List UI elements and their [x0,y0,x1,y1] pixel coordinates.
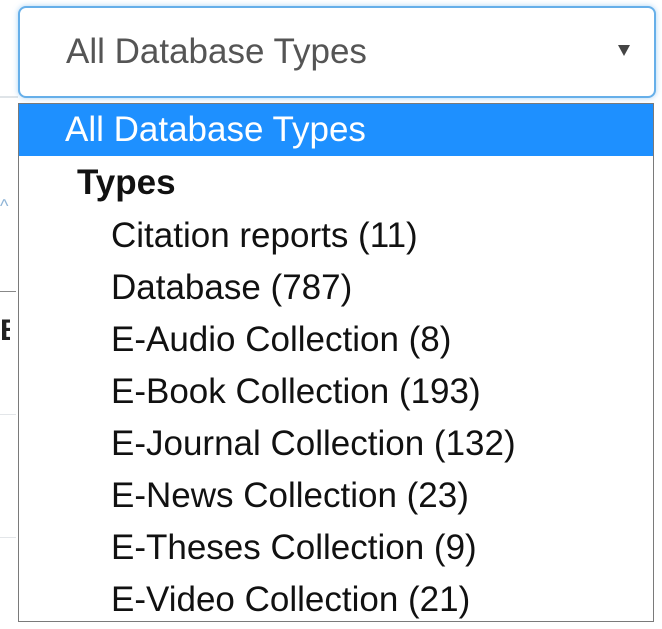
background-divider [0,414,16,415]
background-divider [0,96,18,98]
option-e-book-collection[interactable]: E-Book Collection (193) [19,366,653,418]
option-citation-reports[interactable]: Citation reports (11) [19,210,653,262]
option-e-video-collection[interactable]: E-Video Collection (21) [19,574,653,621]
option-e-theses-collection[interactable]: E-Theses Collection (9) [19,522,653,574]
option-e-journal-collection[interactable]: E-Journal Collection (132) [19,418,653,470]
select-current-value: All Database Types [66,32,367,71]
option-e-news-collection[interactable]: E-News Collection (23) [19,470,653,522]
background-divider [0,537,16,538]
background-divider [0,291,16,292]
option-database[interactable]: Database (787) [19,262,653,314]
database-type-select[interactable]: All Database Types [18,6,656,98]
database-type-dropdown[interactable]: All Database Types Types Citation report… [18,103,654,622]
option-all-database-types[interactable]: All Database Types [19,104,653,156]
page: ^ B All Database Types All Database Type… [0,0,662,629]
optgroup-types-label: Types [77,163,176,202]
background-text-fragment: B [0,314,10,348]
option-e-audio-collection[interactable]: E-Audio Collection (8) [19,314,653,366]
background-link-fragment: ^ [0,196,9,216]
chevron-down-icon[interactable] [618,45,630,56]
